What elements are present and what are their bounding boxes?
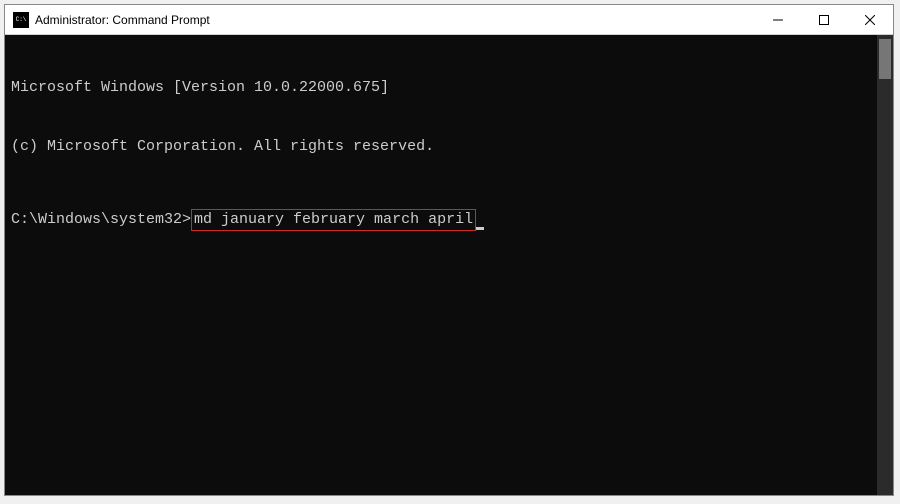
- window-title: Administrator: Command Prompt: [35, 13, 755, 27]
- command-text: md january february march april: [194, 211, 473, 228]
- prompt-path: C:\Windows\system32>: [11, 211, 191, 228]
- minimize-button[interactable]: [755, 5, 801, 34]
- window-controls: [755, 5, 893, 34]
- text-cursor: [476, 227, 484, 230]
- command-highlight: md january february march april: [191, 209, 476, 231]
- scrollbar-thumb[interactable]: [879, 39, 891, 79]
- close-icon: [865, 15, 875, 25]
- maximize-icon: [819, 15, 829, 25]
- titlebar[interactable]: Administrator: Command Prompt: [5, 5, 893, 35]
- maximize-button[interactable]: [801, 5, 847, 34]
- copyright-line: (c) Microsoft Corporation. All rights re…: [11, 137, 887, 157]
- version-line: Microsoft Windows [Version 10.0.22000.67…: [11, 78, 887, 98]
- terminal-area[interactable]: Microsoft Windows [Version 10.0.22000.67…: [5, 35, 893, 495]
- vertical-scrollbar[interactable]: [877, 35, 893, 495]
- cmd-icon: [13, 12, 29, 28]
- minimize-icon: [773, 15, 783, 25]
- prompt-line: C:\Windows\system32>md january february …: [11, 209, 887, 231]
- command-prompt-window: Administrator: Command Prompt Microsoft …: [4, 4, 894, 496]
- close-button[interactable]: [847, 5, 893, 34]
